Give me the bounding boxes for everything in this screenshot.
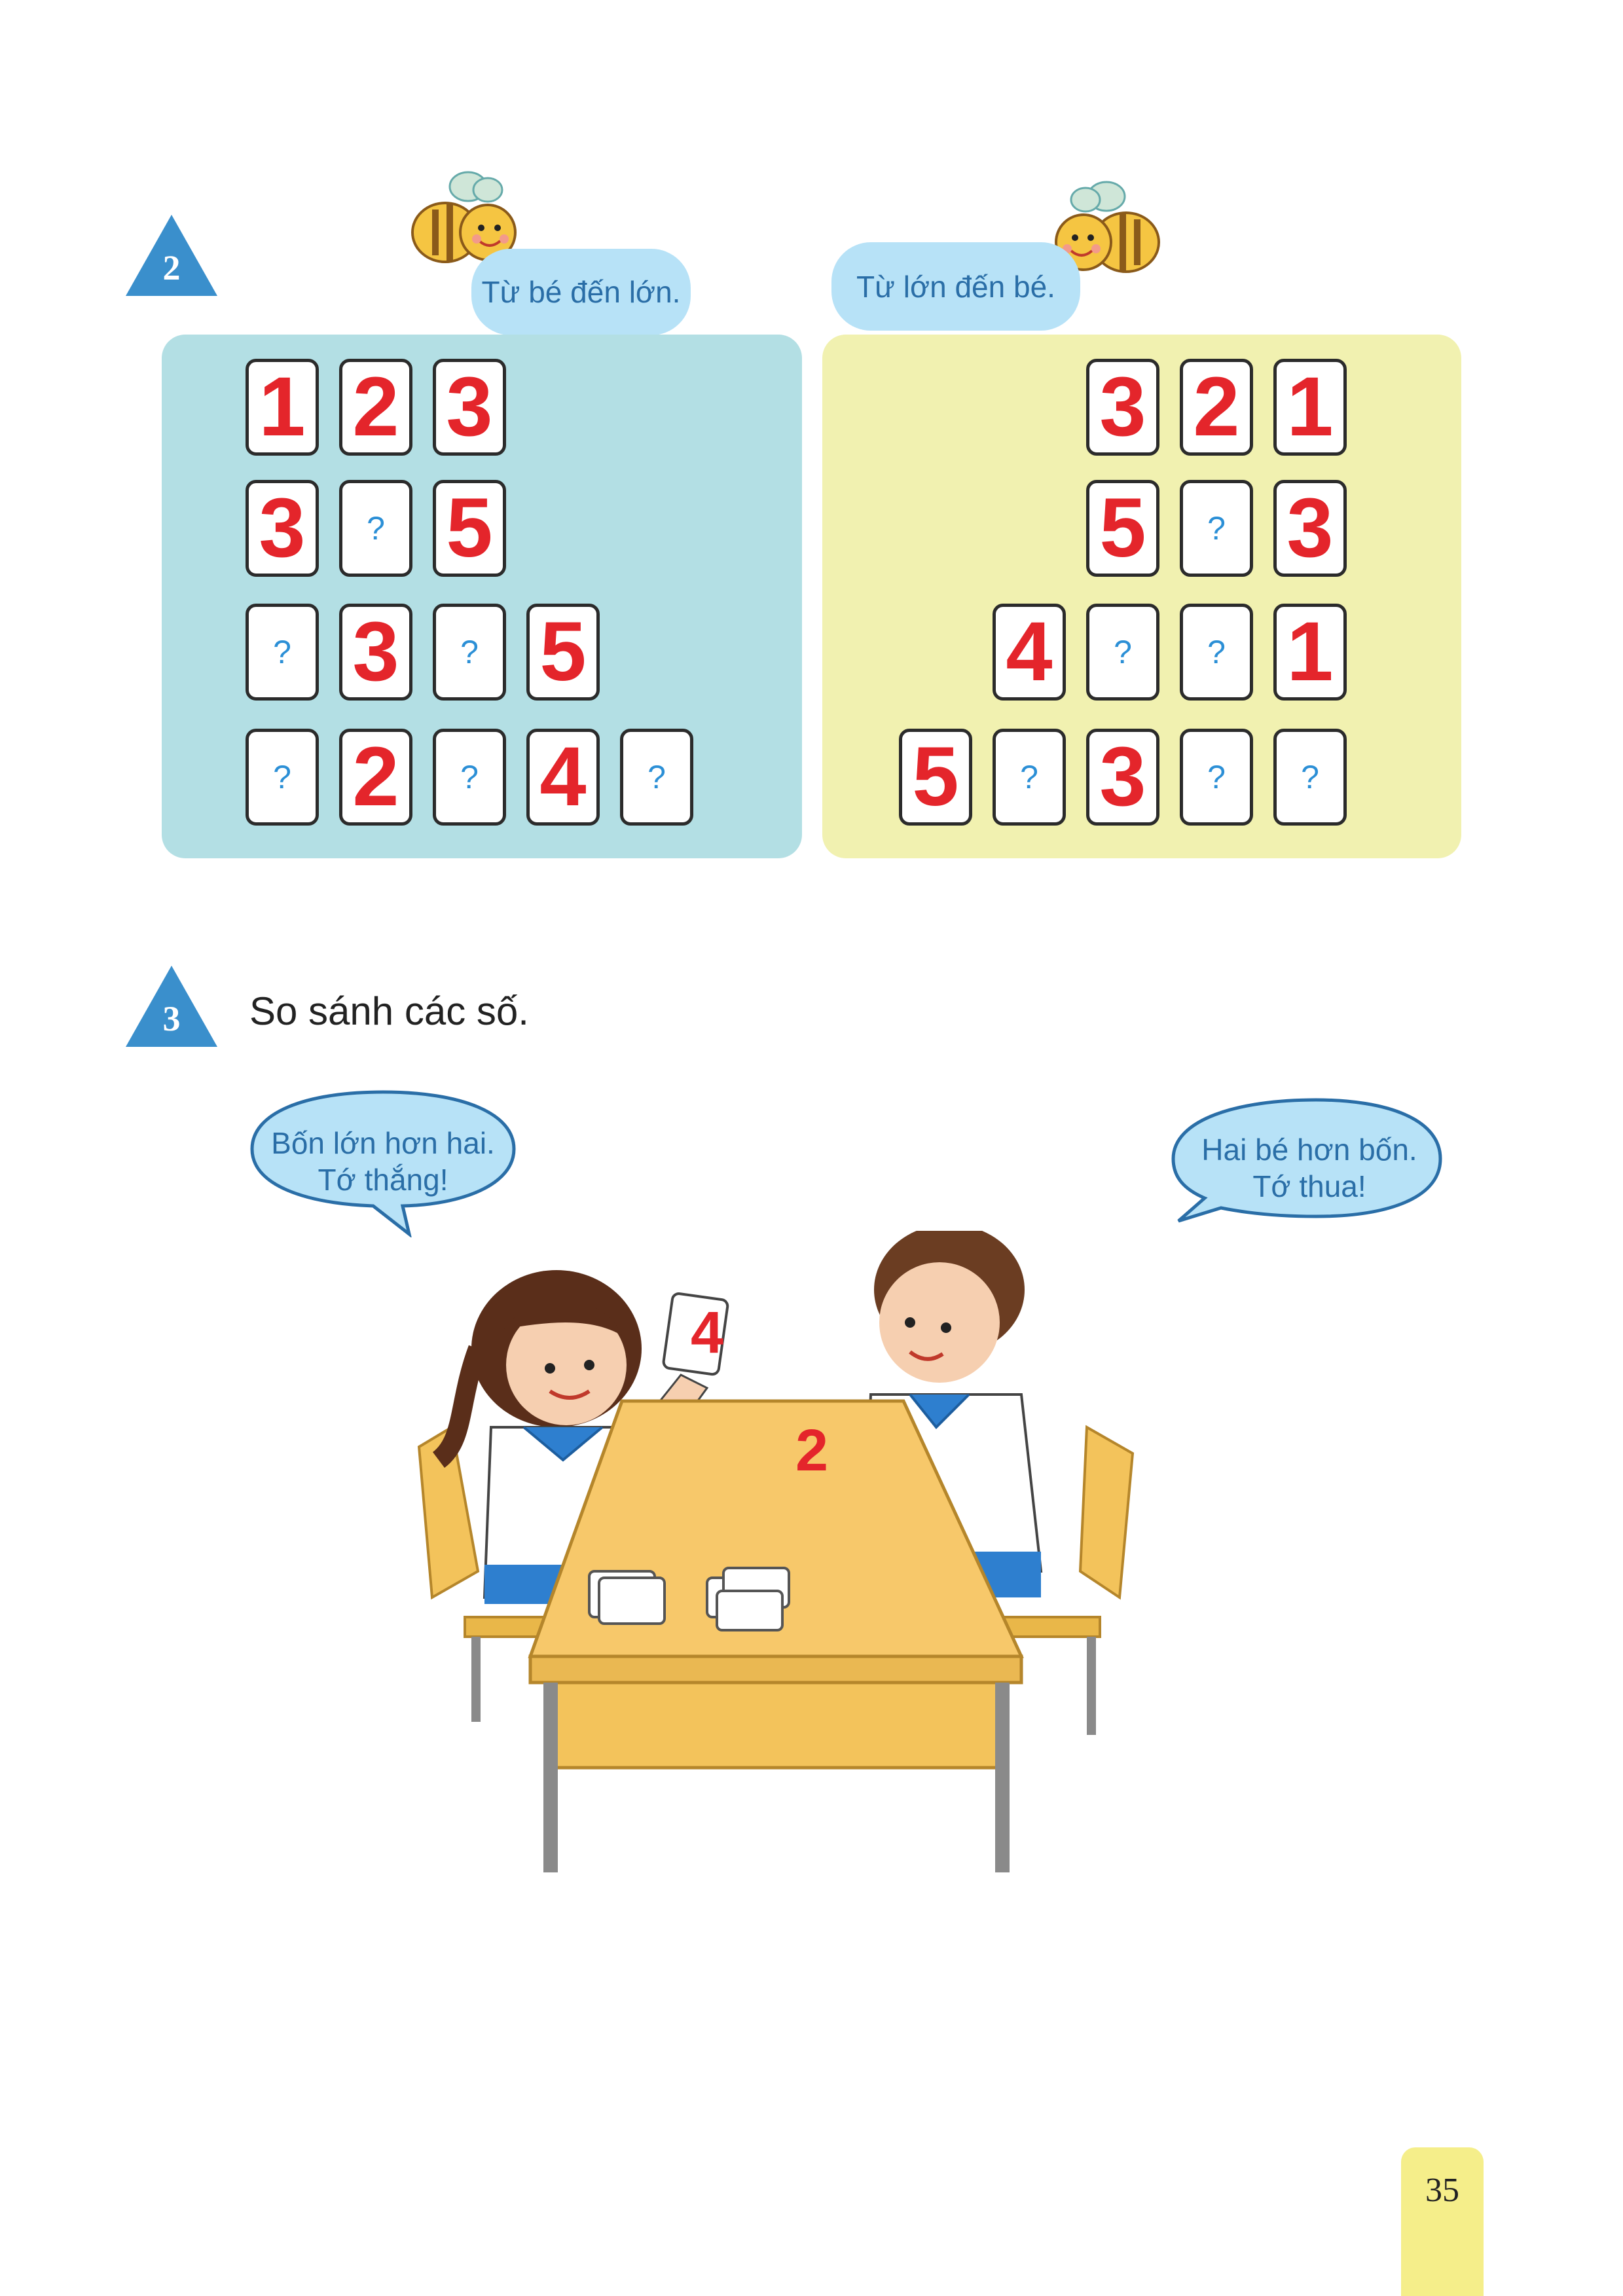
question-mark: ? xyxy=(460,759,479,795)
question-mark: ? xyxy=(1301,759,1319,795)
girl-speech-line-1: Bốn lớn hơn hai. xyxy=(271,1126,495,1160)
card-digit: 5 xyxy=(539,605,587,699)
blank-card[interactable]: ? xyxy=(246,604,319,701)
page-number: 35 xyxy=(1425,2172,1459,2209)
card-digit: 2 xyxy=(352,730,399,824)
blank-card[interactable]: ? xyxy=(246,729,319,826)
number-card: 3 xyxy=(339,604,412,701)
blank-card[interactable]: ? xyxy=(339,480,412,577)
left-caption: Từ bé đến lớn. xyxy=(471,249,691,335)
boy-speech-line-2: Tớ thua! xyxy=(1252,1169,1366,1203)
card-digit: 3 xyxy=(1099,360,1146,454)
question-mark: ? xyxy=(647,759,666,795)
card-digit: 3 xyxy=(1286,481,1334,575)
card-digit: 3 xyxy=(352,605,399,699)
exercise-2-badge: 2 xyxy=(126,215,217,296)
question-mark: ? xyxy=(1020,759,1038,795)
card-digit: 4 xyxy=(1006,605,1053,699)
boy-card-number: 2 xyxy=(795,1418,829,1484)
left-caption-text: Từ bé đến lớn. xyxy=(481,275,681,309)
card-digit: 3 xyxy=(446,360,493,454)
card-digit: 5 xyxy=(1099,481,1146,575)
girl-card-number: 4 xyxy=(690,1300,724,1366)
number-card: 5 xyxy=(526,604,600,701)
number-card: 1 xyxy=(246,359,319,456)
blank-card[interactable]: ? xyxy=(433,604,506,701)
blank-card[interactable]: ? xyxy=(993,729,1066,826)
exercise-3-number: 3 xyxy=(162,999,181,1038)
card-digit: 3 xyxy=(1099,730,1146,824)
number-card: 5 xyxy=(1086,480,1159,577)
number-card: 4 xyxy=(993,604,1066,701)
blank-card[interactable]: ? xyxy=(1086,604,1159,701)
blank-card[interactable]: ? xyxy=(620,729,693,826)
number-card: 5 xyxy=(433,480,506,577)
number-card: 2 xyxy=(1180,359,1253,456)
card-digit: 1 xyxy=(1286,605,1334,699)
number-card: 3 xyxy=(433,359,506,456)
page-number-tab: 35 xyxy=(1401,2147,1484,2296)
question-mark: ? xyxy=(367,510,385,547)
boy-speech-line-1: Hai bé hơn bốn. xyxy=(1201,1133,1417,1167)
question-mark: ? xyxy=(1207,634,1226,670)
right-caption: Từ lớn đến bé. xyxy=(831,242,1080,331)
right-caption-text: Từ lớn đến bé. xyxy=(856,269,1055,304)
exercise-2-number: 2 xyxy=(162,248,181,287)
number-card: 1 xyxy=(1273,604,1347,701)
blank-card[interactable]: ? xyxy=(1180,729,1253,826)
number-card: 3 xyxy=(246,480,319,577)
number-card: 1 xyxy=(1273,359,1347,456)
question-mark: ? xyxy=(1114,634,1132,670)
question-mark: ? xyxy=(460,634,479,670)
question-mark: ? xyxy=(273,634,291,670)
number-card: 3 xyxy=(1086,359,1159,456)
card-digit: 4 xyxy=(539,730,587,824)
number-card: 4 xyxy=(526,729,600,826)
number-card: 5 xyxy=(899,729,972,826)
card-digit: 5 xyxy=(446,481,493,575)
exercise-3-badge: 3 xyxy=(126,966,217,1047)
girl-speech: Bốn lớn hơn hai. Tớ thắng! xyxy=(252,1125,514,1198)
card-digit: 1 xyxy=(259,360,306,454)
blank-card[interactable]: ? xyxy=(1273,729,1347,826)
blank-card[interactable]: ? xyxy=(433,729,506,826)
boy-speech: Hai bé hơn bốn. Tớ thua! xyxy=(1178,1131,1440,1205)
blank-card[interactable]: ? xyxy=(1180,604,1253,701)
girl-speech-line-2: Tớ thắng! xyxy=(318,1163,448,1197)
exercise-3-title: So sánh các số. xyxy=(249,989,529,1033)
card-digit: 2 xyxy=(1193,360,1240,454)
card-digit: 5 xyxy=(912,730,959,824)
number-card: 2 xyxy=(339,729,412,826)
question-mark: ? xyxy=(1207,759,1226,795)
blank-card[interactable]: ? xyxy=(1180,480,1253,577)
card-digit: 1 xyxy=(1286,360,1334,454)
card-digit: 2 xyxy=(352,360,399,454)
number-card: 3 xyxy=(1273,480,1347,577)
children-playing-cards-illustration xyxy=(417,1231,1135,1872)
question-mark: ? xyxy=(1207,510,1226,547)
question-mark: ? xyxy=(273,759,291,795)
number-card: 2 xyxy=(339,359,412,456)
number-card: 3 xyxy=(1086,729,1159,826)
card-digit: 3 xyxy=(259,481,306,575)
